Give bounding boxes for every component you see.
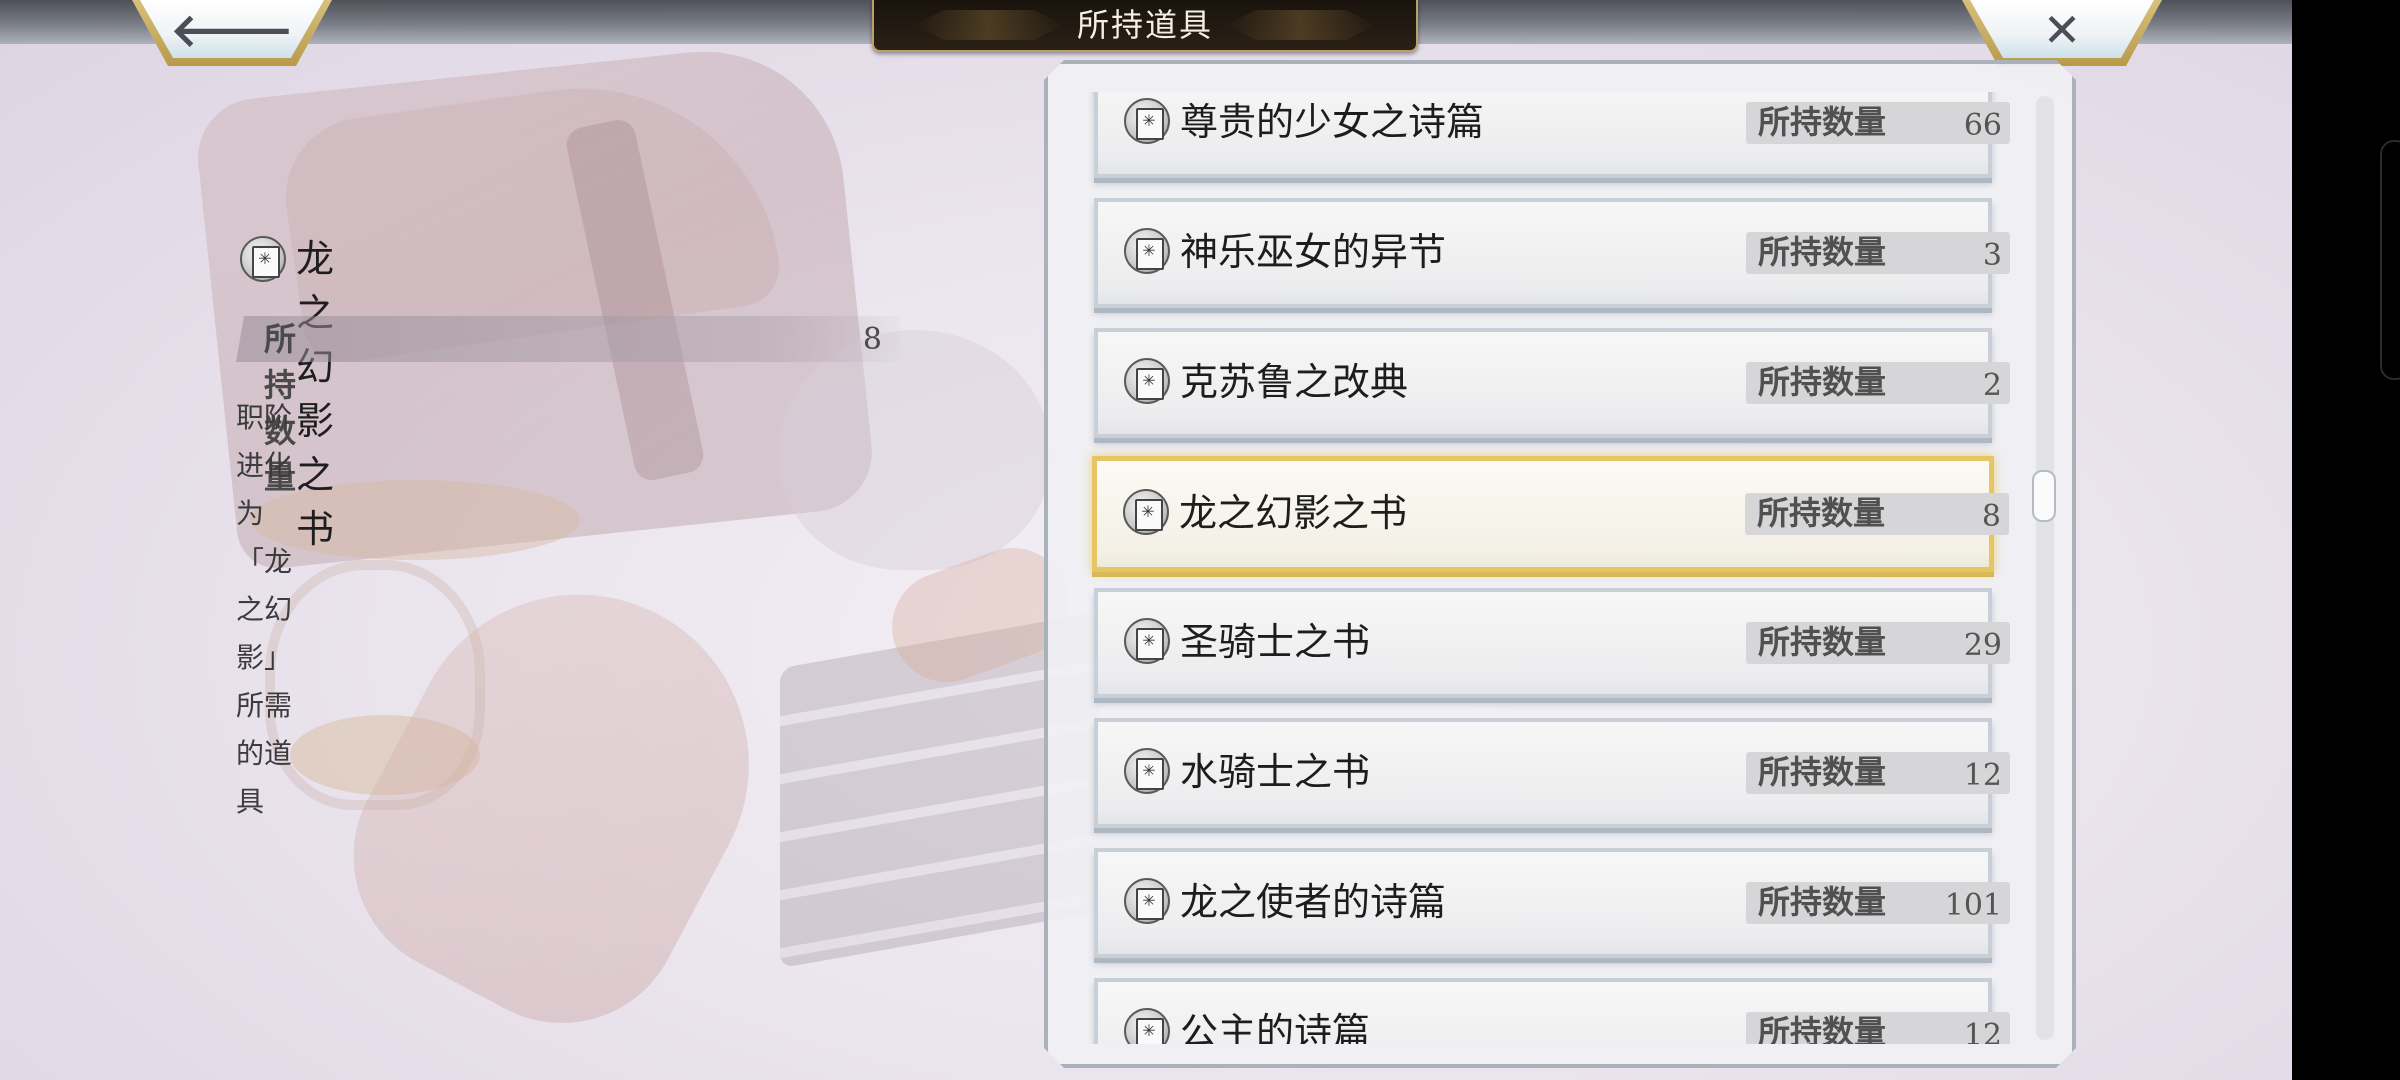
detail-quantity-value: 8 bbox=[862, 322, 882, 357]
title-plate: 所持道具 bbox=[872, 0, 1418, 52]
item-name: 神乐巫女的异节 bbox=[1180, 230, 1447, 274]
quantity-value: 3 bbox=[1982, 238, 2002, 273]
quantity-label: 所持数量 bbox=[1758, 1013, 1887, 1044]
detail-item-name: 龙之幻影之书 bbox=[296, 237, 335, 551]
close-icon: ✕ bbox=[2042, 3, 2082, 57]
back-button[interactable]: 🡐 bbox=[132, 0, 332, 66]
quantity-value: 8 bbox=[1981, 499, 2001, 534]
item-name: 尊贵的少女之诗篇 bbox=[1180, 100, 1485, 144]
book-emblem-icon bbox=[1123, 489, 1169, 535]
quantity-label: 所持数量 bbox=[1758, 103, 1887, 141]
book-emblem-icon bbox=[1124, 98, 1170, 144]
item-name: 克苏鲁之改典 bbox=[1180, 360, 1409, 404]
quantity-label: 所持数量 bbox=[1758, 233, 1887, 271]
list-item[interactable]: 神乐巫女的异节 所持数量 3 bbox=[1094, 198, 2010, 308]
quantity-label: 所持数量 bbox=[1758, 883, 1887, 921]
book-emblem-icon bbox=[1124, 228, 1170, 274]
quantity-label: 所持数量 bbox=[1758, 753, 1887, 791]
book-emblem-icon bbox=[1124, 748, 1170, 794]
item-name: 龙之幻影之书 bbox=[1179, 491, 1408, 535]
quantity-label: 所持数量 bbox=[1757, 494, 1886, 532]
list-scrollbar[interactable] bbox=[2036, 96, 2054, 1040]
book-emblem-icon bbox=[1124, 358, 1170, 404]
detail-description: 职阶进化为「龙之幻影」所需的道具 bbox=[236, 401, 293, 818]
list-item[interactable]: 圣骑士之书 所持数量 29 bbox=[1094, 588, 2010, 698]
item-list[interactable]: 尊贵的少女之诗篇 所持数量 66 神乐巫女的异节 所持数量 3 克苏鲁之改典 所… bbox=[1044, 92, 2024, 1044]
game-screen: 🡐 所持道具 ✕ 龙之幻影之书 所持数量 8 职阶进化为「龙之幻影」所需的道具 … bbox=[0, 0, 2292, 1080]
device-side-handle[interactable] bbox=[2380, 140, 2400, 380]
back-arrow-icon: 🡐 bbox=[170, 3, 294, 57]
book-emblem-icon bbox=[1124, 878, 1170, 924]
list-scroll-thumb[interactable] bbox=[2032, 470, 2056, 522]
list-item[interactable]: 公主的诗篇 所持数量 12 bbox=[1094, 978, 2010, 1044]
item-name: 水骑士之书 bbox=[1180, 750, 1371, 794]
item-name: 龙之使者的诗篇 bbox=[1180, 880, 1447, 924]
quantity-value: 12 bbox=[1963, 1018, 2002, 1044]
item-name: 圣骑士之书 bbox=[1180, 620, 1371, 664]
page-title: 所持道具 bbox=[1076, 6, 1213, 44]
quantity-label: 所持数量 bbox=[1758, 363, 1887, 401]
list-item[interactable]: 龙之使者的诗篇 所持数量 101 bbox=[1094, 848, 2010, 958]
list-item-selected[interactable]: 龙之幻影之书 所持数量 8 bbox=[1092, 456, 2009, 572]
close-button[interactable]: ✕ bbox=[1962, 0, 2162, 66]
book-emblem-icon bbox=[240, 236, 286, 282]
quantity-value: 66 bbox=[1963, 108, 2002, 143]
list-item[interactable]: 克苏鲁之改典 所持数量 2 bbox=[1094, 328, 2010, 438]
background-pouch-art bbox=[780, 330, 1050, 570]
quantity-label: 所持数量 bbox=[1758, 623, 1887, 661]
list-item[interactable]: 水骑士之书 所持数量 12 bbox=[1094, 718, 2010, 828]
quantity-value: 12 bbox=[1963, 758, 2002, 793]
quantity-value: 29 bbox=[1963, 628, 2002, 663]
quantity-value: 2 bbox=[1982, 368, 2002, 403]
book-emblem-icon bbox=[1124, 618, 1170, 664]
book-emblem-icon bbox=[1124, 1008, 1170, 1044]
list-item[interactable]: 尊贵的少女之诗篇 所持数量 66 bbox=[1094, 92, 2010, 178]
item-name: 公主的诗篇 bbox=[1180, 1010, 1371, 1044]
quantity-value: 101 bbox=[1944, 888, 2002, 923]
